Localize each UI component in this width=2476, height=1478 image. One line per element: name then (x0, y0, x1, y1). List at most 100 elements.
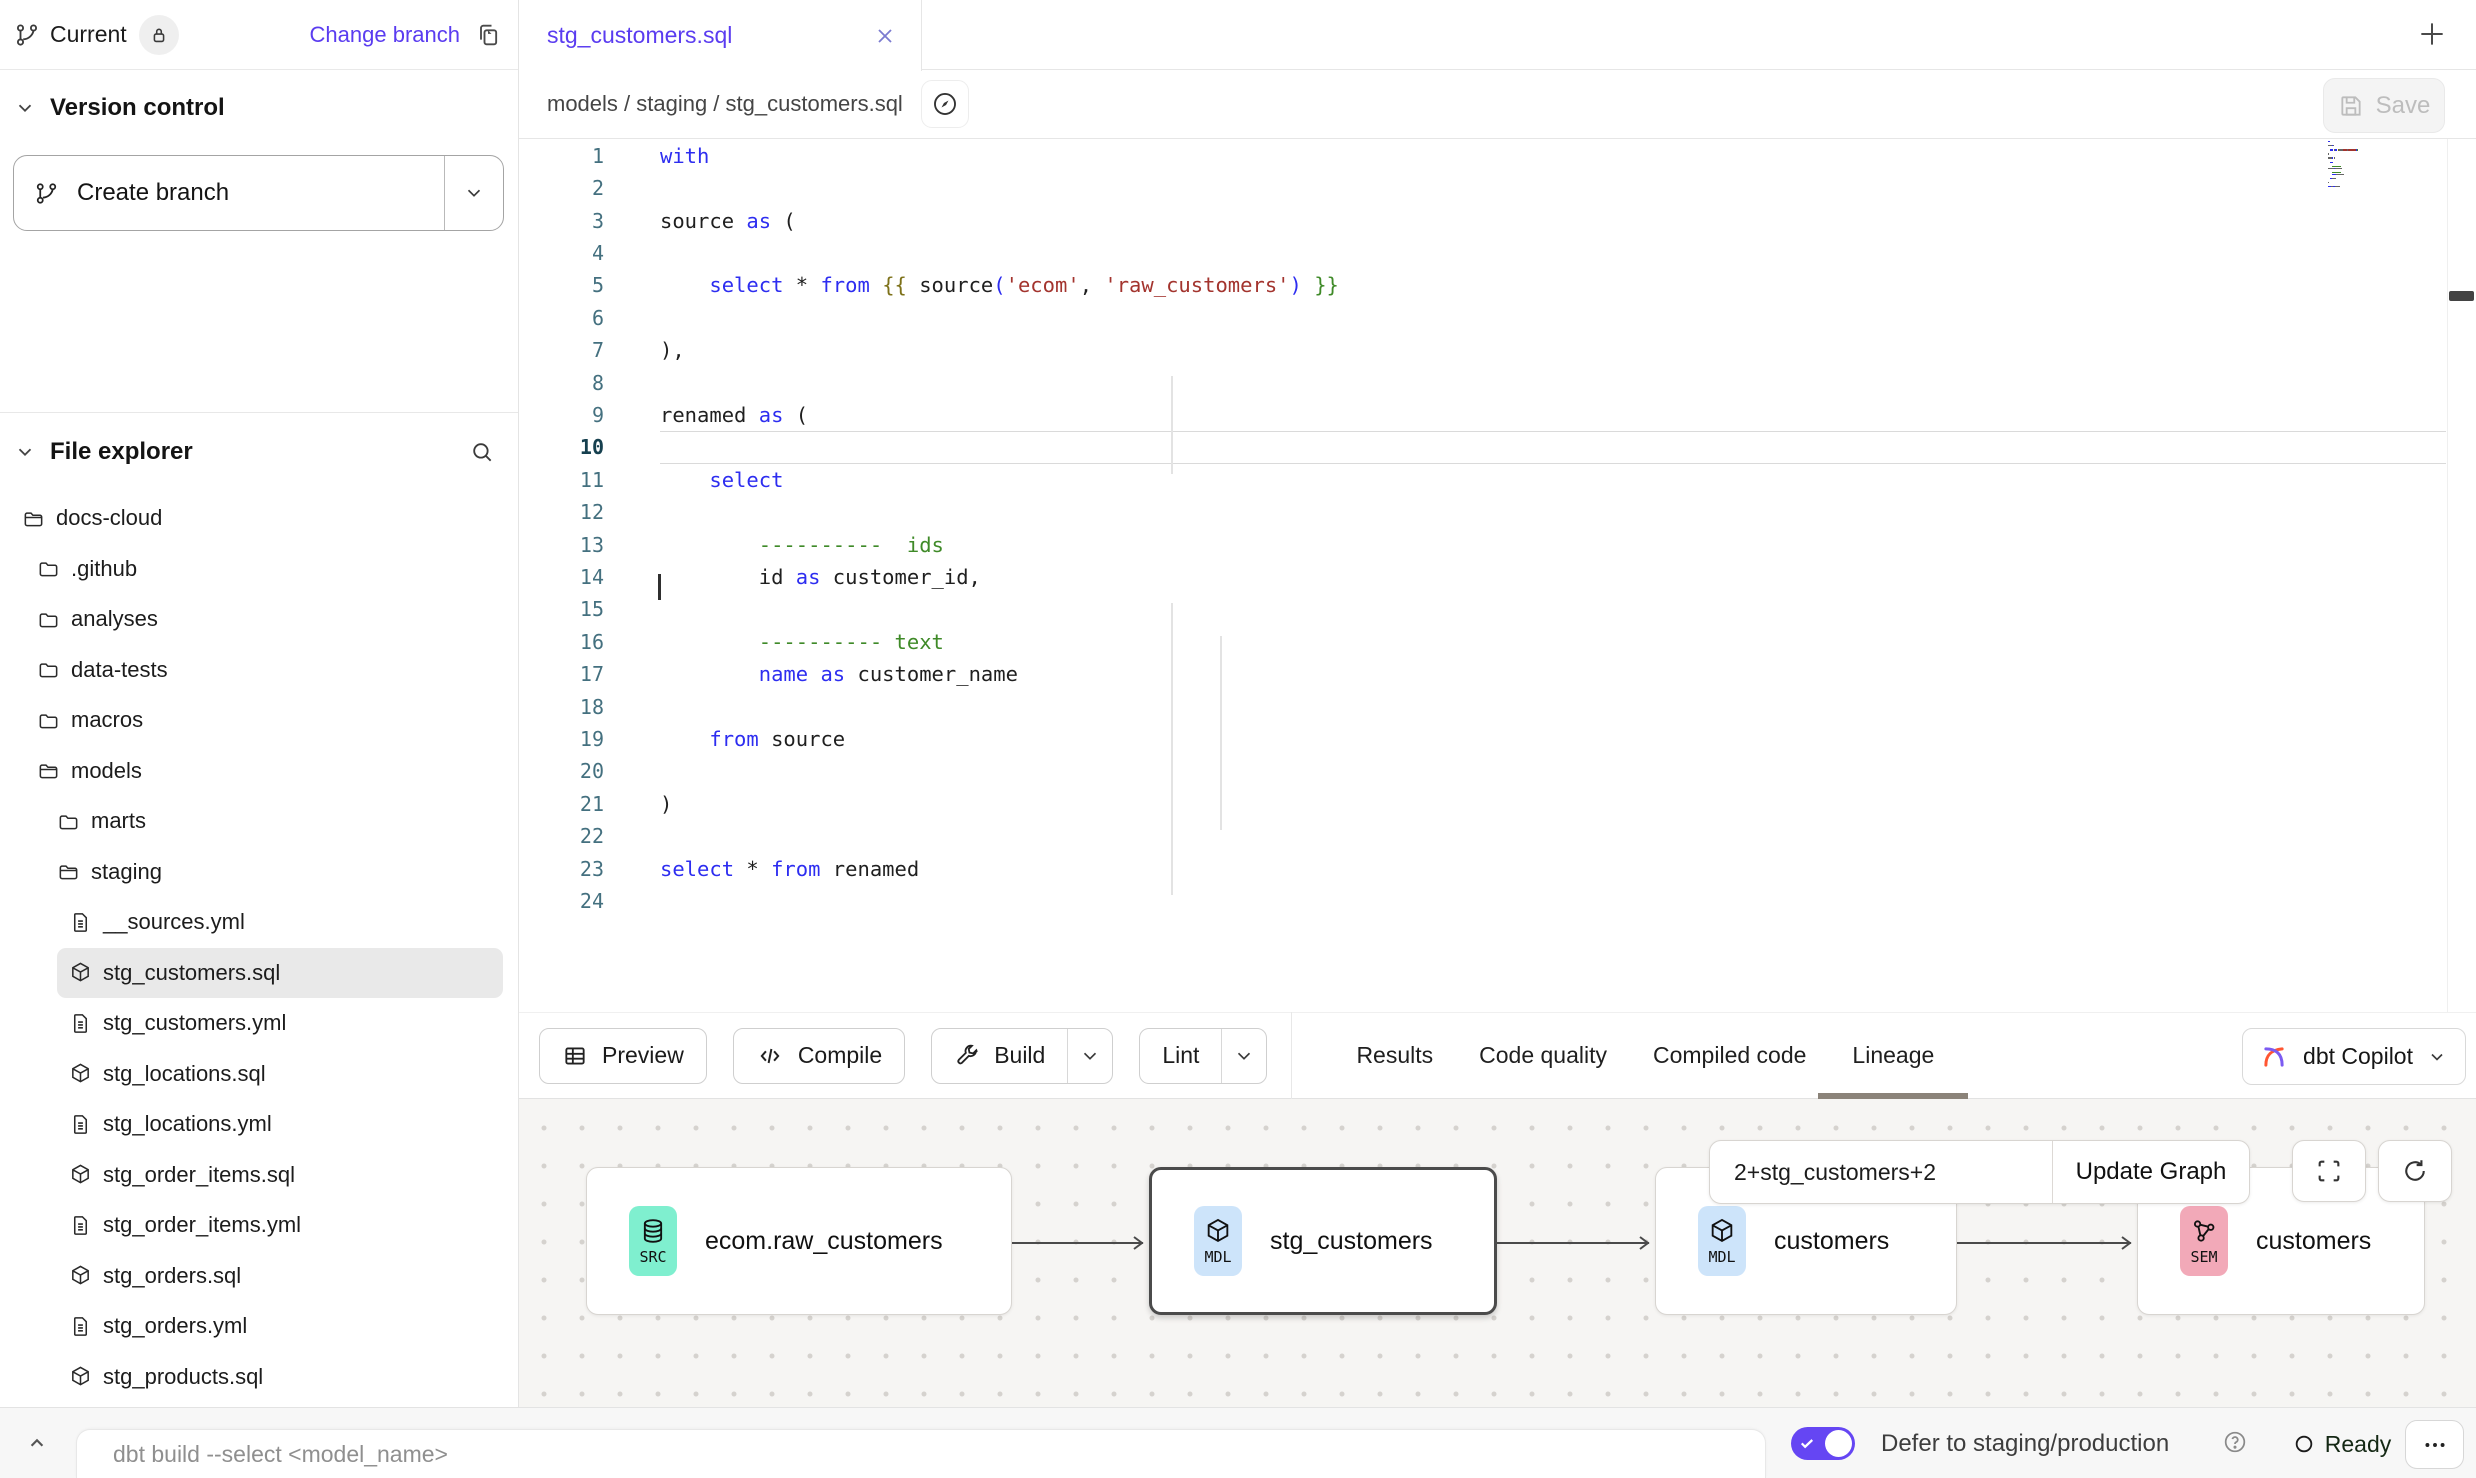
tab-lineage[interactable]: Lineage (1852, 1012, 1934, 1099)
tree-item-stg-orders-yml[interactable]: stg_orders.yml (0, 1301, 519, 1352)
build-label: Build (994, 1042, 1045, 1069)
tree-item-docs-cloud[interactable]: docs-cloud (0, 493, 519, 544)
tree-item-marts[interactable]: marts (0, 796, 519, 847)
cube-icon (1204, 1217, 1232, 1245)
code-line-7: ), (660, 334, 685, 366)
sem-badge: SEM (2180, 1206, 2228, 1276)
file-doc-icon (69, 1315, 92, 1338)
tab-code-quality[interactable]: Code quality (1479, 1012, 1607, 1099)
more-actions-button[interactable] (2405, 1420, 2464, 1469)
code-line-5: select * from {{ source('ecom', 'raw_cus… (660, 269, 1339, 301)
tree-item-staging[interactable]: staging (0, 847, 519, 898)
ready-status-badge[interactable]: Ready (2287, 1423, 2397, 1465)
new-tab-icon[interactable] (2416, 18, 2448, 50)
tab-stg-customers-sql[interactable]: stg_customers.sql (519, 0, 922, 71)
version-control-title: Version control (50, 94, 225, 122)
tree-item-label: stg_products.sql (103, 1364, 263, 1390)
line-number: 24 (519, 885, 604, 917)
copy-branch-icon[interactable] (474, 21, 502, 49)
tree-item-macros[interactable]: macros (0, 695, 519, 746)
lint-button-main[interactable]: Lint (1140, 1029, 1221, 1083)
line-number: 23 (519, 853, 604, 885)
breadcrumb-row: models / staging / stg_customers.sql Sav… (519, 70, 2476, 139)
git-branch-icon (34, 181, 59, 206)
fullscreen-button[interactable] (2292, 1140, 2366, 1202)
editor-action-bar: Preview Compile Build Lint Results Code qual… (519, 1012, 2476, 1099)
update-graph-button[interactable]: Update Graph (2052, 1141, 2249, 1203)
tree-item-stg-order-items-yml[interactable]: stg_order_items.yml (0, 1200, 519, 1251)
code-line-14: id as customer_id, (660, 561, 981, 593)
ellipsis-icon (2422, 1432, 2448, 1458)
lineage-node-stg-customers[interactable]: MDLstg_customers (1149, 1167, 1497, 1315)
minimap-line (2328, 182, 2329, 183)
build-dropdown[interactable] (1067, 1029, 1112, 1083)
lineage-selector-input[interactable] (1710, 1141, 2052, 1203)
command-input[interactable] (111, 1440, 1615, 1469)
save-button[interactable]: Save (2323, 78, 2445, 133)
tree-item-data-tests[interactable]: data-tests (0, 645, 519, 696)
line-number: 8 (519, 367, 604, 399)
chevron-up-icon[interactable] (24, 1430, 50, 1456)
refresh-button[interactable] (2378, 1140, 2452, 1202)
lineage-node-ecom-raw-customers[interactable]: SRCecom.raw_customers (586, 1167, 1012, 1315)
version-control-section-header[interactable]: Version control (14, 88, 494, 128)
mdl-badge: MDL (1698, 1206, 1746, 1276)
chevron-down-icon (463, 182, 485, 204)
compile-button-main[interactable]: Compile (734, 1029, 904, 1083)
check-icon (1798, 1434, 1816, 1452)
file-model-icon (69, 1163, 92, 1186)
minimap-line (2348, 149, 2356, 150)
copilot-compass-icon[interactable] (921, 80, 969, 128)
tab-compiled-code[interactable]: Compiled code (1653, 1012, 1806, 1099)
minimap-line (2336, 174, 2344, 175)
tree-item-label: marts (91, 808, 146, 834)
minimap-line (2328, 153, 2329, 154)
folder-icon (37, 557, 60, 580)
tree-item-models[interactable]: models (0, 746, 519, 797)
file-explorer-section-header[interactable]: File explorer (14, 432, 505, 472)
tree-item-stg-locations-sql[interactable]: stg_locations.sql (0, 1049, 519, 1100)
preview-button-main[interactable]: Preview (540, 1029, 706, 1083)
tree-item-stg-locations-yml[interactable]: stg_locations.yml (0, 1099, 519, 1150)
help-icon[interactable] (2222, 1429, 2248, 1455)
lineage-panel[interactable]: SRCecom.raw_customers MDLstg_customers MDL… (519, 1099, 2476, 1407)
tree-item--sources-yml[interactable]: __sources.yml (0, 897, 519, 948)
indent-guide (1171, 376, 1173, 474)
defer-label: Defer to staging/production (1881, 1430, 2169, 1458)
dbt-copilot-button[interactable]: dbt Copilot (2242, 1028, 2466, 1085)
table-icon (562, 1043, 588, 1069)
file-model-icon (69, 1264, 92, 1287)
code-editor[interactable]: 123456789101112131415161718192021222324 … (519, 139, 2476, 1012)
indent-guide (1171, 603, 1173, 895)
file-doc-icon (69, 1012, 92, 1035)
editor-scrollbar-thumb[interactable] (2449, 291, 2474, 301)
create-branch-dropdown[interactable] (444, 156, 503, 230)
build-button-main[interactable]: Build (932, 1029, 1067, 1083)
close-icon[interactable] (873, 24, 897, 48)
tab-results[interactable]: Results (1356, 1012, 1433, 1099)
tree-item-label: stg_order_items.sql (103, 1162, 295, 1188)
tree-item--github[interactable]: .github (0, 544, 519, 595)
file-doc-icon (69, 911, 92, 934)
defer-toggle[interactable] (1791, 1427, 1855, 1460)
lint-dropdown[interactable] (1221, 1029, 1266, 1083)
tree-item-stg-products-sql[interactable]: stg_products.sql (0, 1352, 519, 1403)
tree-item-stg-customers-sql[interactable]: stg_customers.sql (57, 948, 503, 999)
create-branch-button: Create branch (13, 155, 504, 231)
arrow-head-icon (2117, 1234, 2135, 1252)
file-model-icon (69, 1062, 92, 1085)
tree-item-stg-order-items-sql[interactable]: stg_order_items.sql (0, 1150, 519, 1201)
tree-item-stg-customers-yml[interactable]: stg_customers.yml (0, 998, 519, 1049)
minimap-line (2333, 145, 2334, 146)
line-number: 22 (519, 820, 604, 852)
text-cursor (658, 574, 661, 600)
lineage-edge (1957, 1242, 2131, 1244)
build-button: Build (931, 1028, 1113, 1084)
wrench-icon (954, 1043, 980, 1069)
tree-item-stg-orders-sql[interactable]: stg_orders.sql (0, 1251, 519, 1302)
minimap-line (2334, 157, 2335, 158)
change-branch-link[interactable]: Change branch (310, 22, 460, 48)
tree-item-analyses[interactable]: analyses (0, 594, 519, 645)
search-icon[interactable] (469, 439, 495, 465)
create-branch-main[interactable]: Create branch (14, 156, 444, 230)
